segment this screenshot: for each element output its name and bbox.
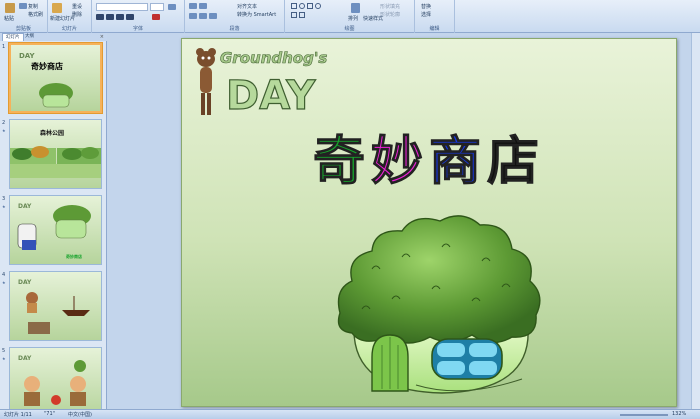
svg-text:DAY: DAY bbox=[18, 203, 32, 210]
shape-icon[interactable] bbox=[315, 3, 321, 9]
group-label: 剪贴板 bbox=[15, 26, 31, 32]
editing-group: 替换 选择 编辑 bbox=[415, 0, 455, 33]
animation-star-icon: ★ bbox=[2, 204, 6, 209]
title-char-1: 奇 bbox=[312, 132, 371, 193]
rectangle-shape-icon[interactable] bbox=[291, 3, 297, 9]
copy-icon[interactable] bbox=[19, 3, 27, 9]
font-color-icon[interactable] bbox=[152, 14, 160, 20]
slide-thumbnail-1[interactable]: DAY 奇妙商店 bbox=[9, 43, 102, 113]
align-right-icon[interactable] bbox=[209, 13, 217, 19]
format-painter-button[interactable]: 格式刷 bbox=[28, 11, 43, 18]
reset-button[interactable]: 重设 bbox=[72, 3, 82, 10]
status-bar: 幻灯片 1/11 "71" 中文(中国) 132% bbox=[0, 409, 700, 419]
thumbnail-preview: DAY bbox=[18, 279, 90, 334]
zoom-slider[interactable] bbox=[620, 414, 668, 416]
align-text-button[interactable]: 对齐文本 bbox=[237, 3, 257, 10]
svg-text:DAY: DAY bbox=[18, 279, 32, 286]
logo-text-day: DAY bbox=[226, 73, 316, 119]
underline-icon[interactable] bbox=[116, 14, 124, 20]
slide-number: 3 bbox=[2, 196, 6, 202]
slide-thumbnail-5[interactable]: DAY bbox=[9, 347, 102, 417]
align-left-icon[interactable] bbox=[189, 13, 197, 19]
title-char-4: 店 bbox=[487, 132, 546, 193]
title-char-2: 妙 bbox=[370, 132, 429, 193]
shape-icon[interactable] bbox=[299, 12, 305, 18]
delete-button[interactable]: 删除 bbox=[72, 11, 82, 18]
thumbnail-title: 森林公园 bbox=[40, 130, 65, 137]
font-name-field[interactable] bbox=[96, 3, 148, 11]
ribbon: 粘贴 复制 格式刷 剪贴板 新建幻灯片 重设 删除 幻灯片 字体 对齐文本 转换… bbox=[0, 0, 700, 33]
slide-number: 1 bbox=[2, 44, 6, 50]
align-center-icon[interactable] bbox=[199, 13, 207, 19]
thumbnail-preview: DAY bbox=[18, 355, 86, 406]
thumbnail-title: 奇妙商店 bbox=[31, 62, 63, 71]
arrange-icon[interactable] bbox=[351, 3, 360, 13]
group-label: 绘图 bbox=[344, 26, 355, 32]
slide-thumbnail-3[interactable]: DAY 奇妙商店 bbox=[9, 195, 102, 265]
group-label: 幻灯片 bbox=[61, 26, 77, 32]
svg-text:DAY: DAY bbox=[18, 355, 32, 362]
font-size-field[interactable] bbox=[150, 3, 164, 11]
theme-name: "71" bbox=[44, 411, 55, 417]
slide-title[interactable]: 奇妙商店 bbox=[182, 119, 676, 194]
animation-star-icon: ★ bbox=[2, 128, 6, 133]
drawing-group: 排列 快速样式 形状填充 形状轮廓 绘图 bbox=[285, 0, 415, 33]
tab-outline[interactable]: 大纲 bbox=[22, 33, 37, 41]
thumbnail-title: 奇妙商店 bbox=[66, 254, 82, 259]
mushroom-house-image bbox=[337, 215, 541, 394]
close-panel-icon[interactable]: × bbox=[100, 33, 104, 41]
slides-group: 新建幻灯片 重设 删除 幻灯片 bbox=[48, 0, 92, 33]
font-group: 字体 bbox=[92, 0, 185, 33]
slide-number: 4 bbox=[2, 272, 6, 278]
oval-shape-icon[interactable] bbox=[299, 3, 305, 9]
animation-star-icon: ★ bbox=[2, 280, 6, 285]
paste-icon[interactable] bbox=[5, 3, 15, 13]
title-char-3: 商 bbox=[428, 132, 488, 193]
language-indicator: 中文(中国) bbox=[68, 412, 92, 418]
slides-panel: 幻灯片 大纲 × 1 DAY 奇妙商店 2 ★ 森林公园 3 ★ DAY 奇妙商… bbox=[0, 33, 107, 417]
slide-editing-area: Groundhog's DAY 奇妙商店 bbox=[108, 33, 700, 409]
thumbnail-preview: DAY bbox=[19, 52, 73, 108]
panel-tabs: 幻灯片 大纲 × bbox=[0, 33, 107, 41]
group-label: 编辑 bbox=[429, 26, 440, 32]
svg-text:DAY: DAY bbox=[19, 52, 36, 60]
logo-text-groundhogs: Groundhog's bbox=[220, 49, 327, 67]
thumbnail-preview: DAY bbox=[17, 203, 91, 250]
paste-button[interactable]: 粘贴 bbox=[4, 15, 14, 22]
shape-icon[interactable] bbox=[291, 12, 297, 18]
slide-thumbnail-2[interactable]: 森林公园 bbox=[9, 119, 102, 189]
shape-outline-button[interactable]: 形状轮廓 bbox=[380, 11, 400, 18]
vertical-scrollbar[interactable] bbox=[691, 33, 700, 409]
shape-icon[interactable] bbox=[307, 3, 313, 9]
arrange-button[interactable]: 排列 bbox=[348, 15, 358, 22]
slide-number: 5 bbox=[2, 348, 6, 354]
tab-slides[interactable]: 幻灯片 bbox=[2, 33, 24, 41]
zoom-level: 132% bbox=[672, 411, 687, 417]
strikethrough-icon[interactable] bbox=[126, 14, 134, 20]
groundhogs-day-logo: Groundhog's DAY bbox=[196, 48, 328, 120]
clipboard-group: 粘贴 复制 格式刷 剪贴板 bbox=[0, 0, 48, 33]
animation-star-icon: ★ bbox=[2, 356, 6, 361]
italic-icon[interactable] bbox=[106, 14, 114, 20]
slide-number: 2 bbox=[2, 120, 6, 126]
copy-button[interactable]: 复制 bbox=[28, 3, 38, 10]
slide-counter: 幻灯片 1/11 bbox=[4, 412, 32, 418]
current-slide[interactable]: Groundhog's DAY 奇妙商店 bbox=[181, 38, 677, 407]
group-label: 字体 bbox=[132, 26, 143, 32]
numbering-icon[interactable] bbox=[199, 3, 207, 9]
grow-font-icon[interactable] bbox=[168, 4, 176, 10]
group-label: 段落 bbox=[229, 26, 240, 32]
slide-thumbnail-4[interactable]: DAY bbox=[9, 271, 102, 341]
paragraph-group: 对齐文本 转换为 SmartArt 段落 bbox=[185, 0, 285, 33]
new-slide-icon[interactable] bbox=[52, 3, 62, 13]
bold-icon[interactable] bbox=[96, 14, 104, 20]
bullets-icon[interactable] bbox=[189, 3, 197, 9]
select-button[interactable]: 选择 bbox=[421, 11, 431, 18]
smartart-button[interactable]: 转换为 SmartArt bbox=[237, 11, 276, 18]
replace-button[interactable]: 替换 bbox=[421, 3, 431, 10]
shape-fill-button[interactable]: 形状填充 bbox=[380, 3, 400, 10]
